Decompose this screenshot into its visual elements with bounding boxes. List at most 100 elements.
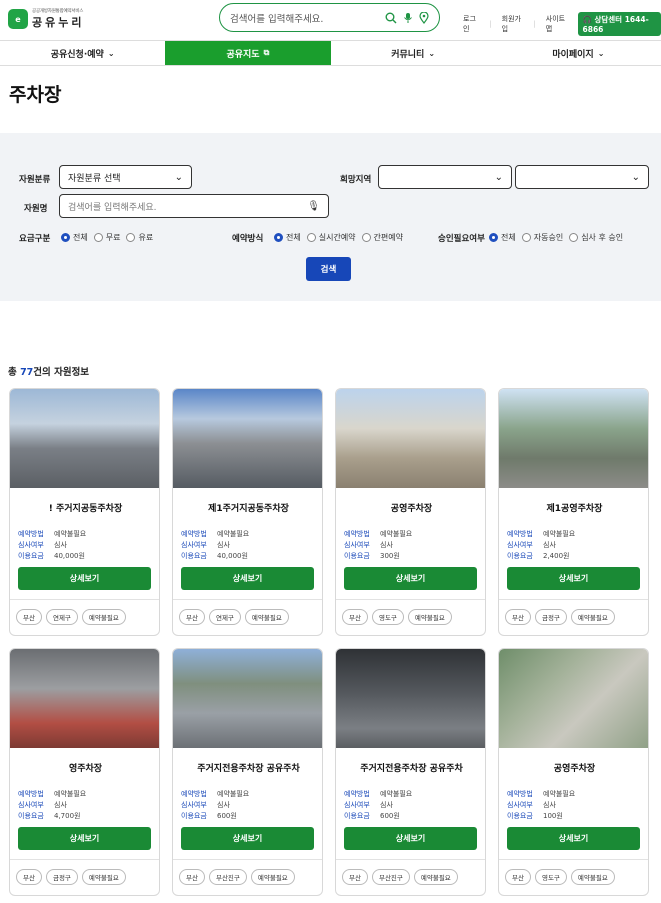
tag[interactable]: 금정구 — [45, 869, 78, 885]
nav-apply-reserve[interactable]: 공유신청·예약 ⌄ — [0, 41, 165, 65]
global-search-input[interactable]: 검색어를 입력해주세요. — [230, 11, 385, 25]
tag[interactable]: 부산 — [179, 869, 205, 885]
reserve-radio-realtime[interactable]: 실시간예약 — [306, 232, 356, 243]
review-row: 심사여부 심사 — [344, 800, 393, 810]
fee-radio-paid[interactable]: 유료 — [126, 232, 153, 243]
resource-card[interactable]: 주거지전용주차장 공유주차 예약방법 예약불필요 심사여부 심사 이용요금 600원 … — [172, 648, 323, 896]
info-value: 40,000원 — [54, 552, 85, 560]
nav-community[interactable]: 커뮤니티 ⌄ — [331, 41, 496, 65]
detail-button[interactable]: 상세보기 — [344, 827, 477, 850]
card-title[interactable]: 공영주차장 — [342, 495, 481, 525]
tag[interactable]: 예약불필요 — [81, 609, 126, 625]
parking-lot-photo[interactable] — [10, 389, 159, 488]
detail-button[interactable]: 상세보기 — [181, 567, 314, 590]
card-title[interactable]: 제1공영주차장 — [505, 495, 644, 525]
tag[interactable]: 예약불필요 — [250, 869, 295, 885]
approval-radio-review[interactable]: 심사 후 승인 — [569, 232, 623, 243]
approval-radio-all[interactable]: 전체 — [489, 232, 516, 243]
card-tags: 부산 연제구 예약불필요 — [179, 609, 289, 625]
signup-link[interactable]: 회원가입 — [502, 14, 524, 34]
tag[interactable]: 예약불필요 — [81, 869, 126, 885]
card-divider — [336, 599, 485, 600]
info-value: 예약불필요 — [217, 530, 250, 538]
tag[interactable]: 예약불필요 — [570, 869, 615, 885]
detail-button[interactable]: 상세보기 — [507, 827, 640, 850]
tag[interactable]: 부산진구 — [208, 869, 247, 885]
parking-lot-photo[interactable] — [499, 649, 648, 748]
nav-mypage[interactable]: 마이페이지 ⌄ — [496, 41, 661, 65]
region-select-1[interactable]: ⌄ — [378, 165, 512, 189]
info-key: 이용요금 — [18, 552, 44, 560]
resource-card[interactable]: 제1공영주차장 예약방법 예약불필요 심사여부 심사 이용요금 2,400원 상세보기… — [498, 388, 649, 636]
main-nav: 공유신청·예약 ⌄ 공유지도 ⧉ 커뮤니티 ⌄ 마이페이지 ⌄ — [0, 40, 661, 66]
tag[interactable]: 예약불필요 — [413, 869, 458, 885]
card-title[interactable]: 제1주거지공동주차장 — [179, 495, 318, 525]
card-title[interactable]: 공영주차장 — [505, 755, 644, 785]
card-title[interactable]: 영주차장 — [16, 755, 155, 785]
location-pin-icon[interactable] — [419, 11, 429, 24]
fee-radio-all[interactable]: 전체 — [61, 232, 88, 243]
card-title[interactable]: 주거지전용주차장 공유주차 — [342, 755, 481, 785]
login-link[interactable]: 로그인 — [463, 14, 479, 34]
search-icon[interactable] — [385, 12, 397, 24]
tag[interactable]: 부산 — [342, 869, 368, 885]
tag[interactable]: 금정구 — [534, 609, 567, 625]
resource-card[interactable]: 공영주차장 예약방법 예약불필요 심사여부 심사 이용요금 300원 상세보기 부산 영… — [335, 388, 486, 636]
tag[interactable]: 예약불필요 — [570, 609, 615, 625]
approval-radio-auto[interactable]: 자동승인 — [521, 232, 563, 243]
parking-lot-photo[interactable] — [173, 649, 322, 748]
tag[interactable]: 부산 — [16, 869, 42, 885]
microphone-icon[interactable]: 🎙 — [307, 201, 320, 212]
site-logo[interactable]: e 공공개방자원통합예약서비스 공유누리 — [8, 8, 84, 30]
microphone-icon[interactable] — [403, 12, 413, 24]
tag[interactable]: 영도구 — [371, 609, 404, 625]
parking-lot-photo[interactable] — [499, 389, 648, 488]
resource-card[interactable]: 주거지전용주차장 공유주차 예약방법 예약불필요 심사여부 심사 이용요금 600원 … — [335, 648, 486, 896]
card-title[interactable]: 주거지전용주차장 공유주차 — [179, 755, 318, 785]
tag[interactable]: 부산 — [505, 869, 531, 885]
nav-share-map[interactable]: 공유지도 ⧉ — [165, 41, 331, 65]
tag[interactable]: 부산진구 — [371, 869, 410, 885]
info-key: 심사여부 — [18, 541, 44, 549]
total-count: 총 77건의 자원정보 — [8, 364, 89, 378]
region-select-2[interactable]: ⌄ — [515, 165, 649, 189]
tag[interactable]: 연제구 — [45, 609, 78, 625]
info-value: 심사 — [54, 801, 67, 809]
parking-lot-photo[interactable] — [336, 389, 485, 488]
fee-type-label: 요금구분 — [19, 234, 51, 244]
tag[interactable]: 예약불필요 — [244, 609, 289, 625]
resource-name-input[interactable]: 검색어를 입력해주세요. 🎙 — [59, 194, 329, 218]
detail-button[interactable]: 상세보기 — [18, 567, 151, 590]
tag[interactable]: 부산 — [505, 609, 531, 625]
tag[interactable]: 부산 — [16, 609, 42, 625]
resource-card[interactable]: 영주차장 예약방법 예약불필요 심사여부 심사 이용요금 4,700원 상세보기 부산… — [9, 648, 160, 896]
tag[interactable]: 영도구 — [534, 869, 567, 885]
tag[interactable]: 연제구 — [208, 609, 241, 625]
detail-button[interactable]: 상세보기 — [18, 827, 151, 850]
tag[interactable]: 부산 — [179, 609, 205, 625]
detail-button[interactable]: 상세보기 — [344, 567, 477, 590]
resource-card[interactable]: 공영주차장 예약방법 예약불필요 심사여부 심사 이용요금 100원 상세보기 부산 영… — [498, 648, 649, 896]
global-search-bar[interactable]: 검색어를 입력해주세요. — [219, 3, 440, 32]
resource-type-select[interactable]: 자원분류 선택 ⌄ — [59, 165, 192, 189]
fee-row: 이용요금 300원 — [344, 551, 400, 561]
search-button[interactable]: 검색 — [306, 257, 351, 281]
call-center-badge[interactable]: 🎧 상담센터 1644-6866 — [577, 12, 661, 36]
tag[interactable]: 예약불필요 — [407, 609, 452, 625]
info-value: 예약불필요 — [217, 790, 250, 798]
resource-card[interactable]: 제1주거지공동주차장 예약방법 예약불필요 심사여부 심사 이용요금 40,000원 … — [172, 388, 323, 636]
resource-card[interactable]: ! 주거지공동주차장 예약방법 예약불필요 심사여부 심사 이용요금 40,000원 … — [9, 388, 160, 636]
info-key: 이용요금 — [18, 812, 44, 820]
sitemap-link[interactable]: 사이트맵 — [546, 14, 568, 34]
parking-lot-photo[interactable] — [173, 389, 322, 488]
reserve-radio-simple[interactable]: 간편예약 — [361, 232, 403, 243]
tag[interactable]: 부산 — [342, 609, 368, 625]
reserve-radio-all[interactable]: 전체 — [274, 232, 301, 243]
fee-radio-free[interactable]: 무료 — [93, 232, 120, 243]
detail-button[interactable]: 상세보기 — [181, 827, 314, 850]
parking-lot-photo[interactable] — [10, 649, 159, 748]
parking-lot-photo[interactable] — [336, 649, 485, 748]
detail-button[interactable]: 상세보기 — [507, 567, 640, 590]
info-key: 예약방법 — [344, 790, 370, 798]
card-title[interactable]: ! 주거지공동주차장 — [16, 495, 155, 525]
